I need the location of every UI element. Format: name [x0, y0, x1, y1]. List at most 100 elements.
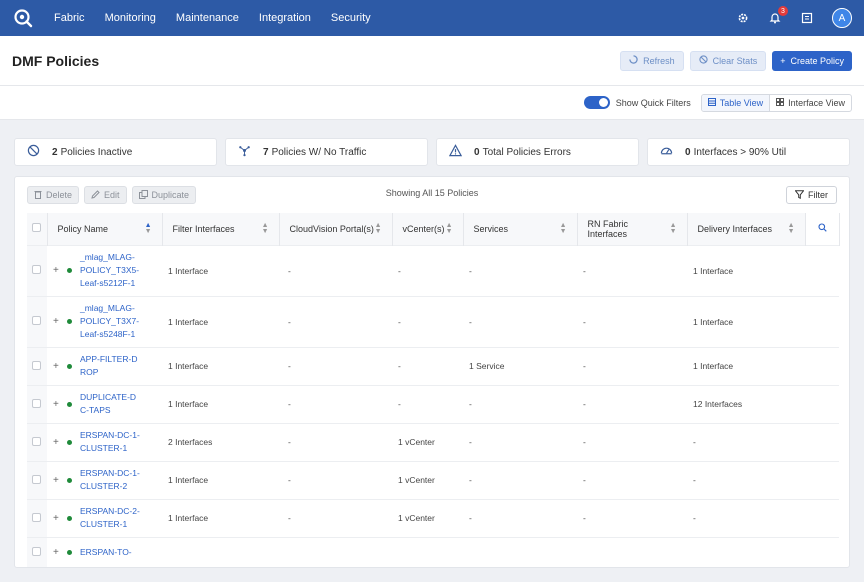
quick-filters-toggle[interactable]	[583, 96, 610, 109]
policy-name-link[interactable]: ERSPAN-TO-	[80, 546, 140, 559]
sort-icon[interactable]: ▲ ▼	[375, 222, 382, 235]
notifications-bell-icon[interactable]: 3	[768, 6, 788, 25]
services-cell[interactable]: -	[463, 460, 577, 499]
search-icon[interactable]	[817, 223, 827, 234]
sort-icon[interactable]: ▲ ▼	[788, 222, 795, 235]
nav-security[interactable]: Security	[331, 12, 371, 24]
app-logo-icon[interactable]	[12, 7, 34, 29]
sort-icon[interactable]: ▲ ▼	[670, 222, 677, 235]
vcenter-cell[interactable]: -	[392, 384, 463, 423]
delivery-interfaces-cell[interactable]: -	[687, 460, 805, 499]
stat-policies-inactive[interactable]: 2 Policies Inactive	[14, 138, 217, 166]
policy-name-link[interactable]: ERSPAN-DC-1-CLUSTER-1	[80, 429, 140, 455]
filter-interfaces-cell[interactable]	[162, 536, 279, 567]
delivery-interfaces-cell[interactable]: -	[687, 498, 805, 537]
stat-interface-util[interactable]: 0 Interfaces > 90% Util	[647, 138, 850, 166]
user-avatar[interactable]: A	[832, 8, 852, 28]
delivery-interfaces-cell[interactable]: 1 Interface	[687, 244, 805, 296]
create-policy-button[interactable]: + Create Policy	[772, 50, 852, 71]
services-cell[interactable]	[463, 536, 577, 567]
stat-policy-errors[interactable]: 0 Total Policies Errors	[436, 138, 639, 166]
clear-stats-button[interactable]: Clear Stats	[689, 50, 767, 71]
select-all-checkbox[interactable]	[32, 223, 41, 233]
col-policy-name[interactable]: Policy Name ▲ ▼	[47, 213, 163, 245]
delivery-interfaces-cell[interactable]: 1 Interface	[687, 295, 805, 347]
expand-plus-icon[interactable]: +	[53, 361, 59, 372]
filter-button[interactable]: Filter	[786, 186, 837, 204]
services-cell[interactable]: -	[463, 295, 577, 347]
stat-no-traffic[interactable]: 7 Policies W/ No Traffic	[225, 138, 428, 166]
filter-interfaces-cell[interactable]: 2 Interfaces	[162, 422, 279, 461]
nav-maintenance[interactable]: Maintenance	[176, 12, 239, 24]
expand-plus-icon[interactable]: +	[53, 399, 59, 410]
nav-integration[interactable]: Integration	[259, 12, 311, 24]
col-cloudvision[interactable]: CloudVision Portal(s) ▲ ▼	[279, 213, 393, 245]
sort-icon[interactable]: ▲ ▼	[446, 222, 453, 235]
duplicate-button[interactable]: Duplicate	[131, 186, 197, 204]
expand-plus-icon[interactable]: +	[53, 437, 59, 448]
col-rn-fabric[interactable]: RN Fabric Interfaces ▲ ▼	[577, 213, 688, 245]
sort-icon[interactable]: ▲ ▼	[560, 222, 567, 235]
expand-plus-icon[interactable]: +	[53, 547, 59, 558]
policy-name-link[interactable]: ERSPAN-DC-2-CLUSTER-1	[80, 505, 140, 531]
col-filter-interfaces[interactable]: Filter Interfaces ▲ ▼	[162, 213, 280, 245]
expand-plus-icon[interactable]: +	[53, 265, 59, 276]
table-row[interactable]: + ERSPAN-DC-1-CLUSTER-1 2 Interfaces -1 vCe…	[27, 422, 839, 461]
sort-icon[interactable]: ▲ ▼	[145, 222, 152, 235]
col-vcenter[interactable]: vCenter(s) ▲ ▼	[392, 213, 464, 245]
row-checkbox[interactable]	[32, 436, 41, 446]
col-services[interactable]: Services ▲ ▼	[463, 213, 578, 245]
vcenter-cell[interactable]: -	[392, 346, 463, 385]
edit-button[interactable]: Edit	[84, 186, 127, 204]
services-cell[interactable]: 1 Service	[463, 346, 577, 385]
row-checkbox[interactable]	[32, 265, 41, 274]
vcenter-cell[interactable]: 1 vCenter	[392, 460, 463, 499]
policy-name-link[interactable]: DUPLICATE-DC-TAPS	[80, 391, 140, 417]
vcenter-cell[interactable]: -	[392, 244, 463, 296]
table-row[interactable]: + ERSPAN-DC-2-CLUSTER-1 1 Interface -1 vCen…	[27, 498, 839, 537]
services-cell[interactable]: -	[463, 498, 577, 537]
delete-button[interactable]: Delete	[27, 186, 80, 204]
filter-interfaces-cell[interactable]: 1 Interface	[162, 498, 279, 537]
policy-name-link[interactable]: _mlag_MLAG-POLICY_T3X7-Leaf-s5248F-1	[80, 302, 140, 341]
settings-gear-icon[interactable]	[736, 11, 750, 25]
table-row[interactable]: + ERSPAN-DC-1-CLUSTER-2 1 Interface -1 vCen…	[27, 460, 839, 499]
refresh-button[interactable]: Refresh	[620, 50, 684, 71]
row-checkbox[interactable]	[32, 316, 41, 325]
vcenter-cell[interactable]: -	[392, 295, 463, 347]
policy-name-link[interactable]: ERSPAN-DC-1-CLUSTER-2	[80, 467, 140, 493]
documentation-icon[interactable]	[800, 11, 814, 25]
col-delivery[interactable]: Delivery Interfaces ▲ ▼	[687, 213, 806, 245]
table-row[interactable]: + _mlag_MLAG-POLICY_T3X5-Leaf-s5212F-1 1 I…	[27, 244, 839, 296]
filter-interfaces-cell[interactable]: 1 Interface	[162, 295, 279, 347]
delivery-interfaces-cell[interactable]: -	[687, 422, 805, 461]
expand-plus-icon[interactable]: +	[53, 513, 59, 524]
expand-plus-icon[interactable]: +	[53, 316, 59, 327]
vcenter-cell[interactable]: 1 vCenter	[392, 422, 463, 461]
filter-interfaces-cell[interactable]: 1 Interface	[162, 460, 279, 499]
delivery-interfaces-cell[interactable]: 1 Interface	[687, 346, 805, 385]
policy-name-link[interactable]: APP-FILTER-DROP	[80, 353, 140, 379]
table-row[interactable]: + _mlag_MLAG-POLICY_T3X7-Leaf-s5248F-1 1 I…	[27, 295, 839, 347]
policy-name-link[interactable]: _mlag_MLAG-POLICY_T3X5-Leaf-s5212F-1	[80, 251, 140, 290]
delivery-interfaces-cell[interactable]: 12 Interfaces	[687, 384, 805, 423]
vcenter-cell[interactable]	[392, 536, 463, 567]
row-checkbox[interactable]	[32, 360, 41, 370]
table-row[interactable]: + ERSPAN-TO-	[27, 536, 839, 567]
sort-icon[interactable]: ▲ ▼	[262, 222, 269, 235]
services-cell[interactable]: -	[463, 384, 577, 423]
row-checkbox[interactable]	[32, 398, 41, 408]
table-row[interactable]: + APP-FILTER-DROP 1 Interface - -1 Service -1…	[27, 346, 839, 385]
table-row[interactable]: + DUPLICATE-DC-TAPS 1 Interface - - - -12 Inte…	[27, 384, 839, 423]
services-cell[interactable]: -	[463, 244, 577, 296]
row-checkbox[interactable]	[32, 512, 41, 522]
expand-plus-icon[interactable]: +	[53, 475, 59, 486]
vcenter-cell[interactable]: 1 vCenter	[392, 498, 463, 537]
interface-view-button[interactable]: Interface View	[770, 95, 851, 111]
services-cell[interactable]: -	[463, 422, 577, 461]
nav-monitoring[interactable]: Monitoring	[105, 12, 156, 24]
filter-interfaces-cell[interactable]: 1 Interface	[162, 384, 279, 423]
row-checkbox[interactable]	[32, 474, 41, 484]
table-view-button[interactable]: Table View	[701, 94, 771, 111]
nav-fabric[interactable]: Fabric	[54, 12, 85, 24]
